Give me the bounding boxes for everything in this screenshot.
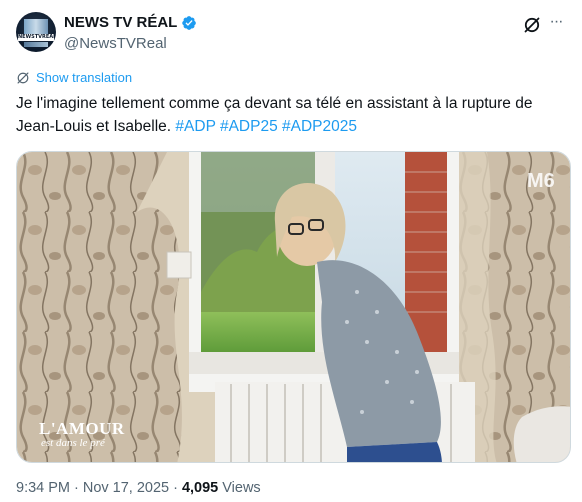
display-name[interactable]: NEWS TV RÉAL bbox=[64, 13, 177, 32]
show-translation-label: Show translation bbox=[36, 70, 133, 85]
name-row: NEWS TV RÉAL bbox=[64, 13, 197, 32]
tweet-media-image[interactable]: M6 L'AMOUR est dans le pré bbox=[16, 151, 571, 463]
meta-separator-2: · bbox=[173, 480, 178, 496]
avatar[interactable]: NEWSTVREAL bbox=[16, 12, 56, 52]
tweet-time[interactable]: 9:34 PM bbox=[16, 480, 70, 496]
avatar-logo-text: NEWSTVREAL bbox=[18, 34, 56, 41]
photo-scene: M6 bbox=[17, 152, 570, 462]
grok-icon[interactable] bbox=[522, 15, 542, 35]
tweet-meta: 9:34 PM · Nov 17, 2025 · 4,095 Views bbox=[16, 480, 261, 496]
more-icon: ··· bbox=[549, 13, 564, 30]
avatar-logo-base bbox=[24, 42, 48, 47]
hashtag-adp[interactable]: #ADP bbox=[175, 118, 215, 135]
watermark-title: L'AMOUR bbox=[39, 419, 125, 438]
views-count[interactable]: 4,095 bbox=[182, 480, 218, 496]
show-translation-link[interactable]: Show translation bbox=[16, 70, 132, 85]
hashtag-adp2025[interactable]: #ADP2025 bbox=[282, 118, 357, 135]
translate-icon bbox=[17, 72, 29, 83]
meta-separator: · bbox=[74, 480, 79, 496]
user-handle[interactable]: @NewsTVReal bbox=[64, 34, 167, 53]
more-options-button[interactable]: ··· bbox=[546, 14, 566, 34]
tweet-text: Je l'imagine tellement comme ça devant s… bbox=[16, 92, 566, 138]
verified-badge-icon[interactable] bbox=[181, 15, 197, 31]
tweet-date[interactable]: Nov 17, 2025 bbox=[83, 480, 169, 496]
avatar-logo-shape bbox=[24, 19, 48, 34]
watermark-subtitle: est dans le pré bbox=[41, 437, 105, 449]
show-watermark: L'AMOUR est dans le pré bbox=[39, 420, 125, 449]
channel-logo-text: M6 bbox=[527, 170, 555, 192]
views-label: Views bbox=[222, 480, 261, 496]
hashtag-adp25[interactable]: #ADP25 bbox=[220, 118, 278, 135]
tweet-header: NEWSTVREAL NEWS TV RÉAL @NewsTVReal ··· bbox=[16, 12, 566, 56]
